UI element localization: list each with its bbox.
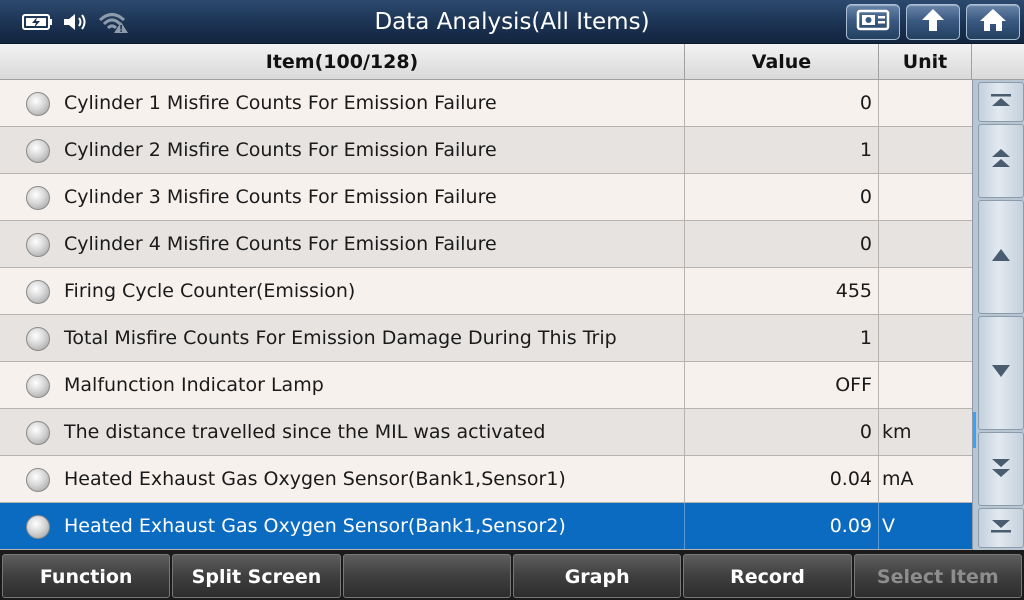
function-button[interactable]: Function	[2, 554, 171, 598]
table-row[interactable]: Malfunction Indicator Lamp OFF	[0, 362, 972, 409]
header-blank	[972, 44, 1024, 80]
back-arrow-icon	[918, 7, 948, 37]
item-name: Heated Exhaust Gas Oxygen Sensor(Bank1,S…	[64, 468, 566, 490]
item-unit	[879, 174, 972, 220]
item-name: Cylinder 3 Misfire Counts For Emission F…	[64, 186, 497, 208]
item-name: Heated Exhaust Gas Oxygen Sensor(Bank1,S…	[64, 515, 566, 537]
table-row[interactable]: Cylinder 1 Misfire Counts For Emission F…	[0, 80, 972, 127]
item-unit: mA	[882, 468, 914, 490]
record-button[interactable]: Record	[683, 554, 852, 598]
scroll-bottom-button[interactable]	[978, 508, 1024, 548]
split-screen-button[interactable]: Split Screen	[172, 554, 341, 598]
item-value: 1	[685, 315, 879, 361]
item-cell: Cylinder 4 Misfire Counts For Emission F…	[0, 221, 685, 267]
item-cell: Total Misfire Counts For Emission Damage…	[0, 315, 685, 361]
item-cell: Heated Exhaust Gas Oxygen Sensor(Bank1,S…	[0, 456, 685, 502]
item-value: 0	[685, 221, 879, 267]
scroll-down-button[interactable]	[978, 316, 1024, 430]
item-cell: The distance travelled since the MIL was…	[0, 409, 685, 455]
graph-button[interactable]: Graph	[512, 554, 682, 598]
back-button[interactable]	[906, 4, 960, 40]
item-name: Cylinder 4 Misfire Counts For Emission F…	[64, 233, 497, 255]
radio-icon[interactable]	[26, 421, 50, 445]
table-header: Item(100/128) Value Unit	[0, 44, 1024, 80]
item-unit	[879, 268, 972, 314]
table-row[interactable]: Cylinder 3 Misfire Counts For Emission F…	[0, 174, 972, 221]
item-unit	[879, 315, 972, 361]
item-cell: Heated Exhaust Gas Oxygen Sensor(Bank1,S…	[0, 503, 685, 549]
item-name: Firing Cycle Counter(Emission)	[64, 280, 356, 302]
page-down-button[interactable]	[978, 432, 1024, 506]
item-cell: Cylinder 3 Misfire Counts For Emission F…	[0, 174, 685, 220]
item-value: 0.09	[685, 503, 879, 549]
item-unit	[879, 127, 972, 173]
item-unit	[879, 221, 972, 267]
page-up-icon	[989, 147, 1013, 175]
table-row-selected[interactable]: Heated Exhaust Gas Oxygen Sensor(Bank1,S…	[0, 503, 972, 550]
item-name: Cylinder 1 Misfire Counts For Emission F…	[64, 92, 497, 114]
table-row[interactable]: Firing Cycle Counter(Emission) 455	[0, 268, 972, 315]
scroll-top-icon	[989, 92, 1013, 112]
item-name: The distance travelled since the MIL was…	[64, 421, 546, 443]
data-table: Cylinder 1 Misfire Counts For Emission F…	[0, 80, 972, 550]
item-unit	[879, 362, 972, 408]
home-icon	[978, 7, 1008, 37]
radio-icon[interactable]	[26, 139, 50, 163]
radio-icon[interactable]	[26, 280, 50, 304]
item-name: Malfunction Indicator Lamp	[64, 374, 324, 396]
header-unit: Unit	[879, 44, 972, 80]
item-value: OFF	[685, 362, 879, 408]
item-value: 0	[685, 80, 879, 126]
item-cell: Firing Cycle Counter(Emission)	[0, 268, 685, 314]
table-row[interactable]: Cylinder 2 Misfire Counts For Emission F…	[0, 127, 972, 174]
radio-icon[interactable]	[26, 186, 50, 210]
scroll-down-icon	[989, 363, 1013, 383]
item-value: 1	[685, 127, 879, 173]
bottom-toolbar: Function Split Screen Graph Record Selec…	[0, 550, 1024, 600]
item-value: 0	[685, 409, 879, 455]
radio-icon[interactable]	[26, 468, 50, 492]
select-item-button[interactable]: Select Item	[853, 554, 1022, 598]
item-unit	[879, 80, 972, 126]
item-cell: Cylinder 1 Misfire Counts For Emission F…	[0, 80, 685, 126]
title-bar: Data Analysis(All Items)	[0, 0, 1024, 44]
scroll-bottom-icon	[989, 518, 1013, 538]
item-unit: V	[882, 515, 895, 537]
item-value: 455	[685, 268, 879, 314]
radio-icon[interactable]	[26, 374, 50, 398]
item-name: Cylinder 2 Misfire Counts For Emission F…	[64, 139, 497, 161]
screenshot-icon	[856, 8, 890, 36]
radio-icon[interactable]	[26, 233, 50, 257]
item-value: 0.04	[685, 456, 879, 502]
radio-icon[interactable]	[26, 327, 50, 351]
scroll-up-button[interactable]	[978, 200, 1024, 314]
page-down-icon	[989, 455, 1013, 483]
item-value: 0	[685, 174, 879, 220]
blank-button[interactable]	[342, 554, 511, 598]
header-value: Value	[685, 44, 879, 80]
radio-icon[interactable]	[26, 515, 50, 539]
item-unit: km	[882, 421, 912, 443]
scroll-up-icon	[989, 247, 1013, 267]
scroll-column	[972, 80, 1024, 550]
table-row[interactable]: Heated Exhaust Gas Oxygen Sensor(Bank1,S…	[0, 456, 972, 503]
item-cell: Cylinder 2 Misfire Counts For Emission F…	[0, 127, 685, 173]
title-buttons	[846, 4, 1020, 40]
scroll-top-button[interactable]	[978, 82, 1024, 122]
page-up-button[interactable]	[978, 124, 1024, 198]
item-cell: Malfunction Indicator Lamp	[0, 362, 685, 408]
header-item: Item(100/128)	[0, 44, 685, 80]
item-name: Total Misfire Counts For Emission Damage…	[64, 327, 617, 349]
screenshot-button[interactable]	[846, 4, 900, 40]
scroll-position-indicator	[973, 412, 976, 448]
table-row[interactable]: Cylinder 4 Misfire Counts For Emission F…	[0, 221, 972, 268]
radio-icon[interactable]	[26, 92, 50, 116]
table-row[interactable]: Total Misfire Counts For Emission Damage…	[0, 315, 972, 362]
table-row[interactable]: The distance travelled since the MIL was…	[0, 409, 972, 456]
home-button[interactable]	[966, 4, 1020, 40]
